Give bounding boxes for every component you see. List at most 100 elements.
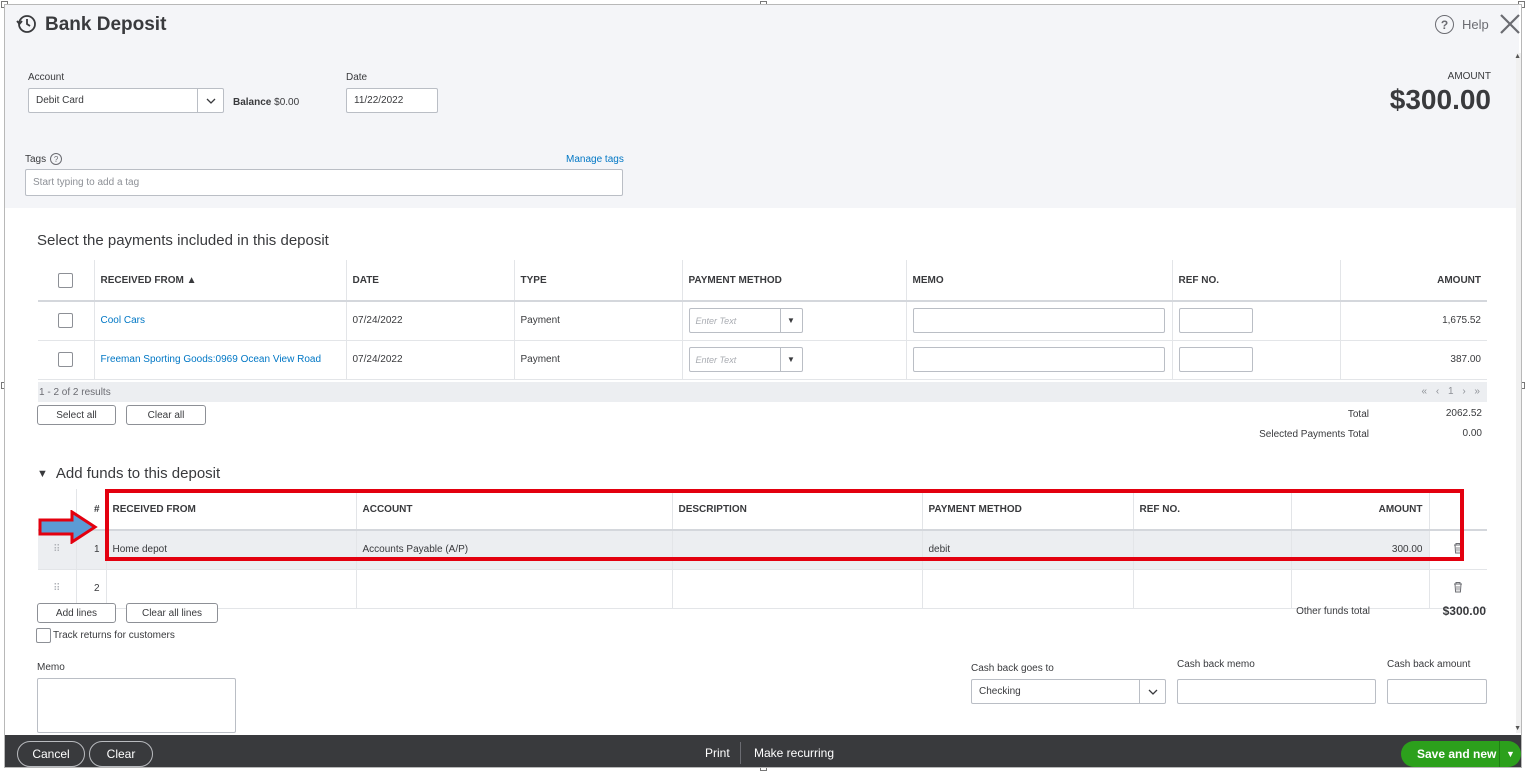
col-memo[interactable]: MEMO xyxy=(906,260,1173,302)
row-checkbox[interactable] xyxy=(58,313,74,329)
trash-icon[interactable] xyxy=(1429,530,1487,570)
track-returns-row[interactable]: Track returns for customers xyxy=(36,628,175,643)
description-cell[interactable] xyxy=(672,530,923,570)
payment-method-select[interactable]: Enter Text ▼ xyxy=(688,347,803,372)
table-row[interactable]: ⠿ 2 xyxy=(38,569,1487,609)
tags-input[interactable]: Start typing to add a tag xyxy=(25,169,623,196)
payments-section-title: Select the payments included in this dep… xyxy=(37,232,329,249)
close-icon[interactable] xyxy=(1499,13,1521,35)
row-checkbox-cell[interactable] xyxy=(38,301,95,341)
ref-cell[interactable] xyxy=(1133,569,1292,609)
payment-method-placeholder: Enter Text xyxy=(695,354,737,365)
payment-method-cell: Enter Text ▼ xyxy=(682,301,907,341)
caret-down-icon[interactable]: ▼ xyxy=(779,348,802,371)
payments-table: RECEIVED FROM ▲ DATE TYPE PAYMENT METHOD… xyxy=(38,260,1487,380)
funds-header-row: # RECEIVED FROM ACCOUNT DESCRIPTION PAYM… xyxy=(38,489,1487,531)
manage-tags-link[interactable]: Manage tags xyxy=(566,154,624,165)
scroll-up-icon[interactable]: ▲ xyxy=(1514,53,1521,60)
other-funds-total-value: $300.00 xyxy=(1442,604,1486,618)
pagination[interactable]: « ‹ 1 › » xyxy=(1422,386,1483,397)
add-lines-button[interactable]: Add lines xyxy=(37,603,116,623)
save-and-new-button[interactable]: Save and new ▼ xyxy=(1401,741,1521,767)
col-amount: AMOUNT xyxy=(1291,489,1430,531)
col-received-from[interactable]: RECEIVED FROM ▲ xyxy=(94,260,347,302)
col-amount[interactable]: AMOUNT xyxy=(1340,260,1487,302)
scroll-down-icon[interactable]: ▼ xyxy=(1514,725,1521,732)
type-cell: Payment xyxy=(514,340,683,380)
col-description: DESCRIPTION xyxy=(672,489,923,531)
received-from-link[interactable]: Cool Cars xyxy=(94,301,347,341)
results-bar: 1 - 2 of 2 results « ‹ 1 › » xyxy=(38,382,1487,402)
help-button[interactable]: ? Help xyxy=(1435,15,1489,34)
select-all-checkbox[interactable] xyxy=(58,272,74,288)
track-returns-checkbox[interactable] xyxy=(36,628,51,643)
col-delete xyxy=(1429,489,1487,531)
save-options-caret-icon[interactable]: ▼ xyxy=(1499,741,1521,767)
col-payment-method: PAYMENT METHOD xyxy=(922,489,1134,531)
track-returns-label: Track returns for customers xyxy=(53,630,175,641)
make-recurring-button[interactable]: Make recurring xyxy=(754,746,834,760)
caret-down-icon[interactable]: ▼ xyxy=(779,309,802,333)
results-count: 1 - 2 of 2 results xyxy=(39,386,111,398)
memo-input[interactable] xyxy=(912,308,1165,334)
cashback-amount-input[interactable] xyxy=(1387,679,1487,704)
row-checkbox-cell[interactable] xyxy=(38,340,95,380)
scrollbar[interactable] xyxy=(1516,53,1521,733)
clear-all-lines-button[interactable]: Clear all lines xyxy=(126,603,218,623)
clear-button[interactable]: Clear xyxy=(89,741,153,767)
memo-input[interactable] xyxy=(912,347,1165,372)
trash-icon[interactable] xyxy=(1429,569,1487,609)
funds-section-header[interactable]: ▼ Add funds to this deposit xyxy=(37,465,220,482)
footer-bar: Cancel Clear Print Make recurring Save a… xyxy=(5,735,1521,767)
account-cell[interactable]: Accounts Payable (A/P) xyxy=(356,530,673,570)
info-icon[interactable]: ? xyxy=(50,153,63,165)
select-all-button[interactable]: Select all xyxy=(37,405,116,425)
cancel-button[interactable]: Cancel xyxy=(17,741,85,767)
account-cell[interactable] xyxy=(356,569,673,609)
amount-cell: 387.00 xyxy=(1340,340,1487,380)
payment-method-placeholder: Enter Text xyxy=(695,315,737,326)
type-cell: Payment xyxy=(514,301,683,341)
cashback-memo-input[interactable] xyxy=(1177,679,1376,704)
table-row: Freeman Sporting Goods:0969 Ocean View R… xyxy=(38,340,1487,380)
table-row[interactable]: ⠿ 1 Home depot Accounts Payable (A/P) de… xyxy=(38,530,1487,570)
chevron-down-icon xyxy=(1139,680,1165,703)
date-field[interactable]: 11/22/2022 xyxy=(346,88,438,113)
amount-cell[interactable] xyxy=(1291,569,1430,609)
payment-method-cell[interactable]: debit xyxy=(922,530,1134,570)
cashback-goes-label: Cash back goes to xyxy=(971,663,1054,674)
memo-cell xyxy=(906,301,1173,341)
col-type[interactable]: TYPE xyxy=(514,260,683,302)
total-value: 2062.52 xyxy=(1445,408,1482,419)
received-from-link[interactable]: Freeman Sporting Goods:0969 Ocean View R… xyxy=(94,340,347,380)
ref-input[interactable] xyxy=(1178,347,1253,372)
other-funds-total-label: Other funds total xyxy=(1296,606,1370,617)
amount-cell[interactable]: 300.00 xyxy=(1291,530,1430,570)
col-date[interactable]: DATE xyxy=(346,260,515,302)
col-ref-no[interactable]: REF NO. xyxy=(1172,260,1341,302)
recent-transactions-icon[interactable] xyxy=(15,12,39,36)
date-value: 11/22/2022 xyxy=(354,95,404,106)
balance: Balance $0.00 xyxy=(233,97,299,108)
description-cell[interactable] xyxy=(672,569,923,609)
ref-cell[interactable] xyxy=(1133,530,1292,570)
payment-method-cell: Enter Text ▼ xyxy=(682,340,907,380)
ref-cell xyxy=(1172,301,1341,341)
memo-textarea[interactable] xyxy=(37,678,236,733)
save-and-new-label: Save and new xyxy=(1417,747,1497,761)
col-payment-method[interactable]: PAYMENT METHOD xyxy=(682,260,907,302)
cashback-account-select[interactable]: Checking xyxy=(971,679,1166,704)
ref-input[interactable] xyxy=(1178,308,1253,334)
table-row: Cool Cars 07/24/2022 Payment Enter Text … xyxy=(38,301,1487,341)
cashback-account-value: Checking xyxy=(979,686,1021,697)
payment-method-cell[interactable] xyxy=(922,569,1134,609)
row-checkbox[interactable] xyxy=(58,352,74,367)
clear-all-button[interactable]: Clear all xyxy=(126,405,206,425)
account-select[interactable]: Debit Card xyxy=(28,88,224,113)
collapse-triangle-icon[interactable]: ▼ xyxy=(37,468,48,480)
received-from-cell[interactable]: Home depot xyxy=(106,530,357,570)
tags-label-row: Tags ? xyxy=(25,153,63,165)
select-all-checkbox-cell[interactable] xyxy=(38,260,95,302)
payment-method-select[interactable]: Enter Text ▼ xyxy=(688,308,803,334)
print-button[interactable]: Print xyxy=(705,746,730,760)
